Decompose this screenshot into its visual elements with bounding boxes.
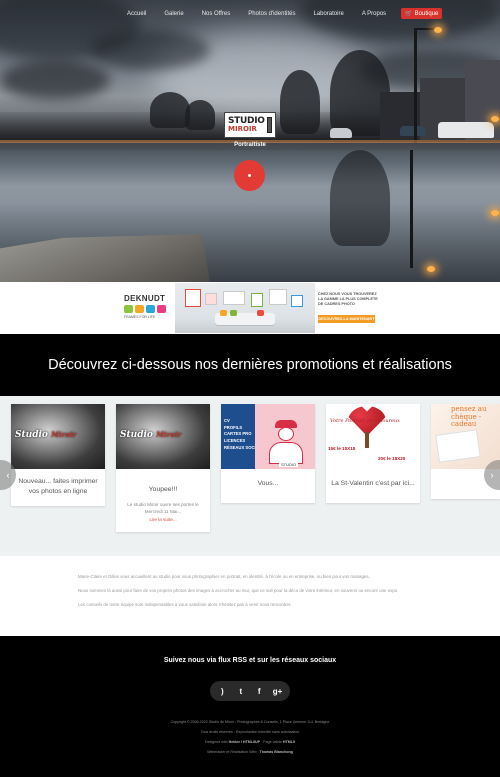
offer-right: 20€ le 15X20 <box>378 456 406 461</box>
studio-text: Studio <box>120 430 153 440</box>
scroll-down-button[interactable] <box>234 160 265 191</box>
card-title: Vous... <box>257 480 279 487</box>
social-links: ) t f g+ <box>210 681 290 701</box>
card-heading: Votre Portrait en Amoureux <box>330 418 400 424</box>
card-image: pensez au chèque -cadeau <box>431 404 500 469</box>
chevron-left-icon: ‹ <box>6 470 10 480</box>
designer-link[interactable]: Hektor / HTML5UP <box>229 740 260 744</box>
promo-text: CHEZ NOUS VOUS TROUVEREZ LA GAMME LA PLU… <box>318 292 378 307</box>
offer-left: 15€ le 10X15 <box>328 446 356 451</box>
portrait-illustration <box>255 404 315 469</box>
card-studio-tag: STUDIO <box>279 462 299 467</box>
promo-button[interactable]: DECOUVREZ-LA MAINTENANT <box>318 315 375 323</box>
about-paragraph: Nous sommes là aussi pour faire de vos p… <box>78 588 399 593</box>
card-heading: pensez au chèque -cadeau <box>451 405 487 429</box>
main-nav: Accueil Galerie Nos Offres Photos d'iden… <box>118 8 443 19</box>
about-section: Marie-Claire et Gilles vous accueillent … <box>0 556 500 636</box>
voucher-image <box>435 429 481 463</box>
heart-tree-icon <box>344 406 390 448</box>
facebook-icon[interactable]: f <box>253 687 265 696</box>
card-print-online[interactable]: Studio Miroir Nouveau... faites imprimer… <box>11 404 105 507</box>
card-image: Studio Miroir <box>116 404 210 469</box>
card-image: Studio Miroir <box>11 404 105 469</box>
studio-text: Studio <box>15 430 48 440</box>
nav-item-offres[interactable]: Nos Offres <box>193 11 240 17</box>
webmaster-link[interactable]: Thomas Blanchong <box>260 750 293 754</box>
card-description: Le studio Miroir ouvre ses portes le Mer… <box>127 501 199 514</box>
about-paragraph: Marie-Claire et Gilles vous accueillent … <box>78 574 370 579</box>
hero-subtitle: Portraitiste <box>234 142 266 148</box>
deknudt-logo: DEKNUDT FRAMES FOR LIFE <box>124 294 172 324</box>
footer-title: Suivez nous via flux RSS et sur les rése… <box>163 657 337 664</box>
card-cv-photos[interactable]: CV PROFILS CARTES PRO LICENCES RÉSEAUX S… <box>221 404 315 503</box>
card-title: Youpee!!! <box>148 486 178 493</box>
google-plus-icon[interactable]: g+ <box>272 687 284 696</box>
site-logo[interactable]: STUDIO MIROIR <box>224 112 276 138</box>
deknudt-tagline: FRAMES FOR LIFE <box>124 315 156 319</box>
chevron-right-icon: › <box>490 470 494 480</box>
card-title: Nouveau... faites imprimer vos photos en… <box>18 478 98 495</box>
nav-item-laboratoire[interactable]: Laboratoire <box>304 11 352 17</box>
section-title: Découvrez ci-dessous nos dernières promo… <box>48 357 452 373</box>
section-header: Découvrez ci-dessous nos dernières promo… <box>0 334 500 396</box>
miroir-text: Miroir <box>156 430 182 439</box>
about-paragraph: Les conseils de notre équipe sont indisp… <box>78 602 292 607</box>
card-valentine[interactable]: Votre Portrait en Amoureux 15€ le 10X15 … <box>326 404 420 503</box>
rss-icon[interactable]: ) <box>216 687 228 696</box>
designed-by: Designed with Hektor / HTML5UP · Page va… <box>205 740 295 744</box>
miroir-text: Miroir <box>51 430 77 439</box>
card-opening[interactable]: Studio Miroir Youpee!!! Le studio Miroir… <box>116 404 210 533</box>
mirror-icon <box>266 117 272 133</box>
nav-item-galerie[interactable]: Galerie <box>155 11 192 17</box>
hero-banner <box>0 0 500 282</box>
card-image: CV PROFILS CARTES PRO LICENCES RÉSEAUX S… <box>221 404 315 469</box>
logo-line2: MIROIR <box>228 125 257 133</box>
deknudt-brand: DEKNUDT <box>124 294 166 303</box>
shop-button[interactable]: 🛒 Boutique <box>401 8 443 19</box>
rights: Tous droits réservés - Reproduction inte… <box>200 730 300 734</box>
nav-item-apropos[interactable]: A Propos <box>353 11 395 17</box>
cart-icon: 🛒 <box>405 11 413 17</box>
twitter-icon[interactable]: t <box>235 687 247 696</box>
shop-label: Boutique <box>414 10 439 17</box>
html5-link[interactable]: HTML5 <box>283 740 295 744</box>
card-title: La St-Valentin c'est par ici... <box>331 480 415 487</box>
dot-icon <box>248 174 251 177</box>
nav-item-accueil[interactable]: Accueil <box>118 11 155 17</box>
room-photo <box>175 283 315 333</box>
copyright: Copyright © 2006-2022 Studio du Miroir -… <box>170 720 330 724</box>
nav-item-identite[interactable]: Photos d'identités <box>239 11 304 17</box>
card-image: Votre Portrait en Amoureux 15€ le 10X15 … <box>326 404 420 469</box>
webmaster: Webmaster et Réalisation Web : Thomas Bl… <box>207 750 293 754</box>
